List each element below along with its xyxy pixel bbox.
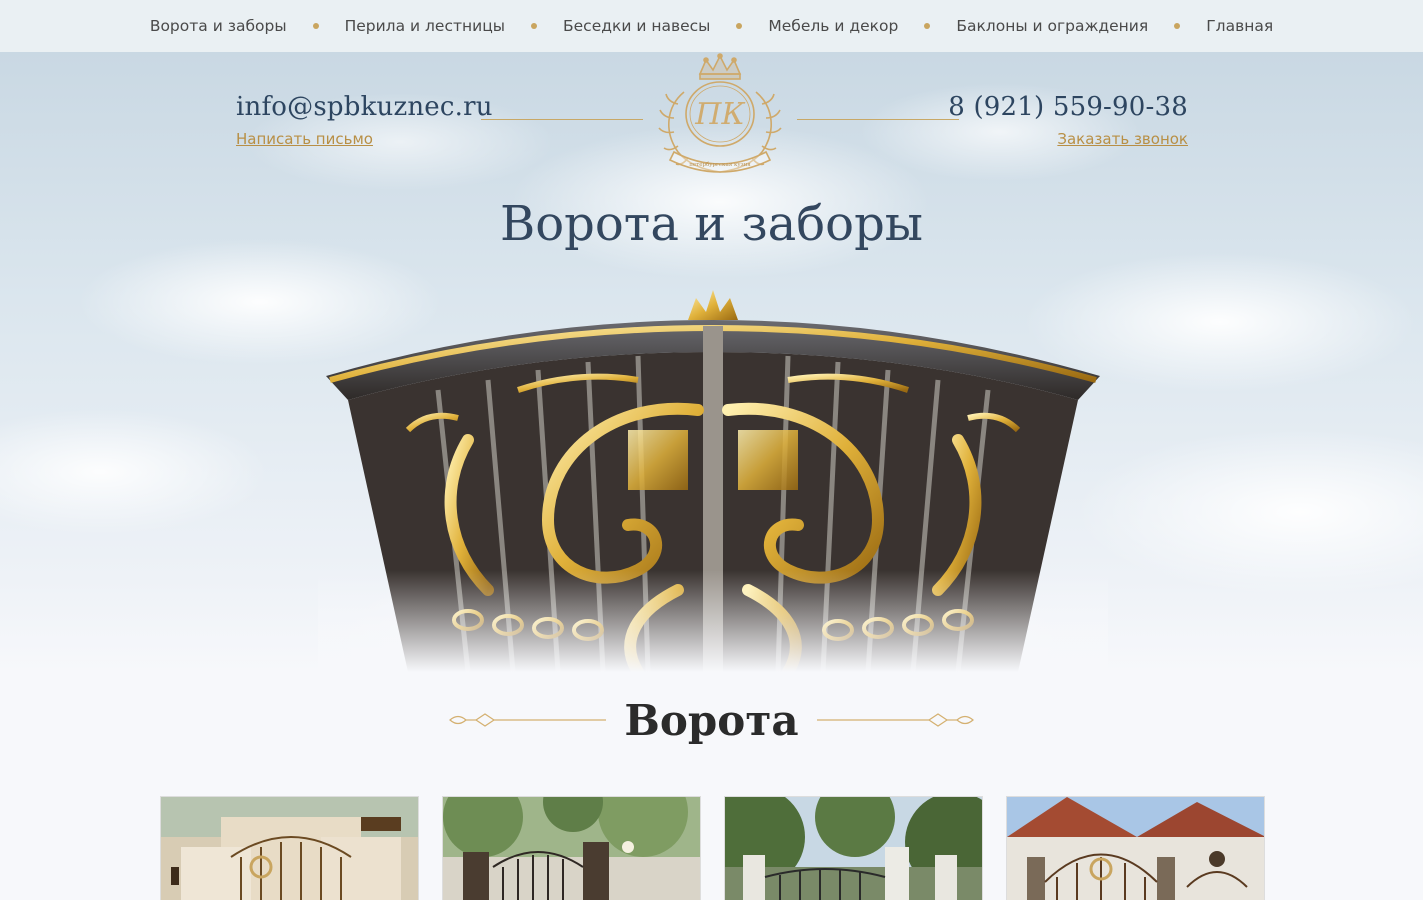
nav-item-home[interactable]: Главная — [1206, 17, 1273, 35]
nav-separator-dot — [531, 23, 538, 29]
gate-photo-1 — [161, 797, 418, 900]
ornate-gate-image — [318, 290, 1108, 672]
section-heading: Ворота — [0, 690, 1423, 750]
nav-separator-dot — [924, 23, 931, 29]
gate-photo-2 — [443, 797, 700, 900]
divider-line-left — [481, 119, 643, 120]
gate-photo-4 — [1007, 797, 1264, 900]
nav-separator-dot — [312, 23, 319, 29]
hero-section: info@spbkuznec.ru Написать письмо ПК пет… — [0, 52, 1423, 672]
gates-gallery — [160, 796, 1266, 900]
gate-photo-card-1[interactable] — [160, 796, 419, 900]
nav-item-railings-stairs[interactable]: Перила и лестницы — [345, 17, 505, 35]
heading-ornament-left-icon — [449, 713, 607, 727]
nav-item-balconies-fencing[interactable]: Баклоны и ограждения — [956, 17, 1148, 35]
company-logo[interactable]: ПК петербургская кузня — [648, 52, 792, 186]
request-call-link[interactable]: Заказать звонок — [1057, 130, 1188, 148]
gate-photo-card-2[interactable] — [442, 796, 701, 900]
page-title: Ворота и заборы — [500, 196, 923, 252]
divider-line-right — [797, 119, 959, 120]
heading-ornament-right-icon — [816, 713, 974, 727]
nav-item-gazebos-canopies[interactable]: Беседки и навесы — [563, 17, 710, 35]
phone-block: 8 (921) 559-90-38 Заказать звонок — [948, 92, 1188, 149]
nav-separator-dot — [1174, 23, 1181, 29]
logo-monogram: ПК — [694, 97, 745, 132]
email-block: info@spbkuznec.ru Написать письмо — [236, 92, 493, 149]
email-address[interactable]: info@spbkuznec.ru — [236, 92, 493, 122]
gate-photo-card-3[interactable] — [724, 796, 983, 900]
nav-item-furniture-decor[interactable]: Мебель и декор — [768, 17, 898, 35]
gate-photo-3 — [725, 797, 982, 900]
phone-number[interactable]: 8 (921) 559-90-38 — [948, 92, 1188, 122]
gate-photo-card-4[interactable] — [1006, 796, 1265, 900]
nav-separator-dot — [736, 23, 743, 29]
section-title: Ворота — [624, 695, 799, 745]
top-navigation: Ворота и заборы Перила и лестницы Беседк… — [0, 0, 1423, 52]
logo-ribbon-text: петербургская кузня — [689, 161, 751, 168]
nav-item-gates-fences[interactable]: Ворота и заборы — [150, 17, 287, 35]
write-letter-link[interactable]: Написать письмо — [236, 130, 373, 148]
